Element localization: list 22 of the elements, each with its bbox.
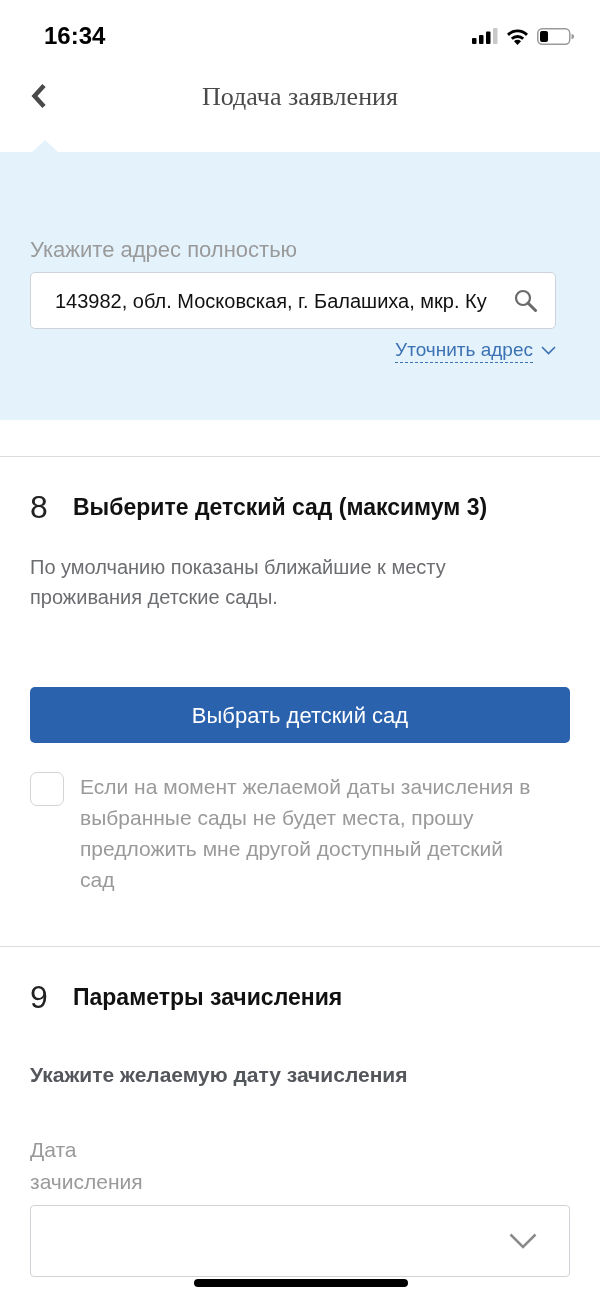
status-time: 16:34 — [44, 21, 106, 51]
choose-kindergarten-button[interactable]: Выбрать детский сад — [30, 687, 570, 743]
checkbox[interactable] — [30, 772, 64, 806]
address-field[interactable]: 143982, обл. Московская, г. Балашиха, мкр. Ку — [30, 272, 556, 329]
section-title: Выберите детский сад (максимум 3) — [73, 493, 488, 522]
back-chevron-icon — [31, 83, 47, 109]
search-icon[interactable] — [514, 289, 537, 312]
date-subheading: Укажите желаемую дату зачисления — [30, 1063, 409, 1087]
page-title: Подача заявления — [202, 80, 398, 113]
section-number: 9 — [30, 982, 49, 1012]
checkbox-label: Если на момент желаемой даты зачисления в выбранные сады не будет места, прошу предложить мне другой доступный детский сад — [80, 774, 532, 893]
address-label: Укажите адрес полностью — [30, 238, 299, 262]
section-number: 8 — [30, 492, 49, 522]
section-description: По умолчанию показаны ближайшие к месту проживания детские сады. — [30, 555, 447, 610]
refine-address-link[interactable]: Уточнить адрес — [395, 338, 556, 363]
chevron-down-icon — [509, 1233, 537, 1249]
wifi-icon — [506, 27, 529, 45]
battery-icon — [537, 27, 574, 45]
date-field-label: Дата зачисления — [30, 1137, 144, 1195]
chevron-down-icon — [541, 346, 556, 355]
section-title: Параметры зачисления — [73, 983, 343, 1012]
signal-icon — [472, 28, 498, 44]
